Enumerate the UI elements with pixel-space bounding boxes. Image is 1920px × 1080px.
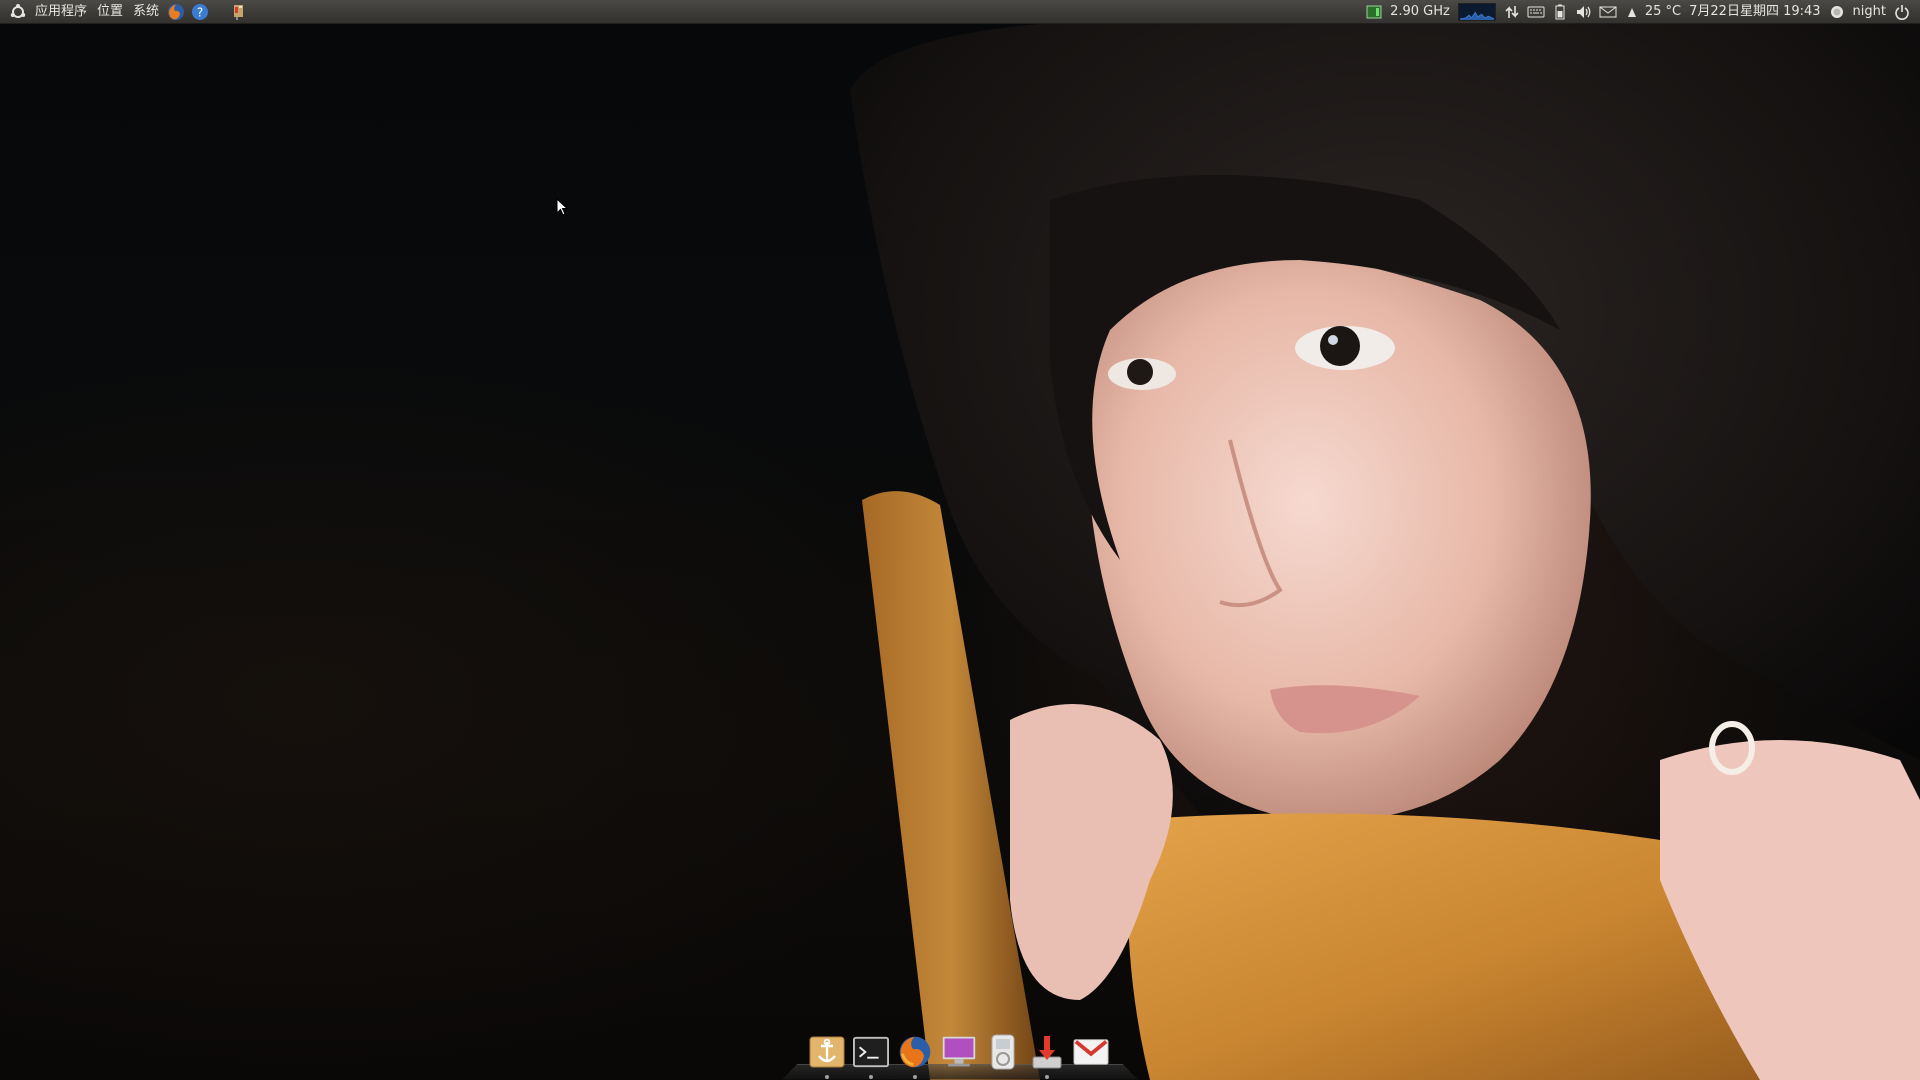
dock-item-downloader[interactable] bbox=[1029, 1032, 1065, 1079]
firefox-icon bbox=[899, 1036, 931, 1068]
battery-icon[interactable] bbox=[1551, 3, 1569, 21]
weather-icon[interactable] bbox=[1623, 3, 1641, 21]
network-updown-icon[interactable] bbox=[1503, 3, 1521, 21]
menu-applications[interactable]: 应用程序 bbox=[30, 0, 92, 24]
cpu-freq-text: 2.90 GHz bbox=[1390, 3, 1450, 19]
dock-item-settings[interactable] bbox=[809, 1032, 845, 1079]
clock-text[interactable]: 7月22日星期四 19:43 bbox=[1685, 0, 1824, 24]
download-icon bbox=[1032, 1036, 1062, 1069]
dock-item-media-player[interactable] bbox=[985, 1032, 1021, 1072]
monitor-icon bbox=[942, 1036, 976, 1067]
dock-item-firefox[interactable] bbox=[897, 1032, 933, 1079]
top-panel: 应用程序 位置 系统 ? 2.90 GHz 25 °C 7月22日星期四 19:… bbox=[0, 0, 1920, 24]
dock-item-terminal[interactable] bbox=[853, 1032, 889, 1079]
flash-tool-icon[interactable] bbox=[230, 3, 248, 21]
cpu-freq-icon[interactable] bbox=[1365, 3, 1383, 21]
mouse-cursor bbox=[556, 198, 568, 216]
dock-running-indicator bbox=[825, 1075, 829, 1079]
panel-left: 应用程序 位置 系统 ? bbox=[0, 0, 251, 24]
ubuntu-logo-icon[interactable] bbox=[9, 3, 27, 21]
svg-text:?: ? bbox=[197, 5, 203, 19]
dock-item-gmail[interactable] bbox=[1073, 1032, 1109, 1072]
dock-running-indicator bbox=[1045, 1075, 1049, 1079]
dock bbox=[794, 1022, 1124, 1080]
wallpaper-image bbox=[850, 20, 1920, 1080]
gmail-icon bbox=[1073, 1039, 1109, 1065]
menu-places[interactable]: 位置 bbox=[92, 0, 128, 24]
dock-running-indicator bbox=[913, 1075, 917, 1079]
dock-item-display[interactable] bbox=[941, 1032, 977, 1072]
terminal-icon bbox=[853, 1036, 889, 1068]
panel-right: 2.90 GHz 25 °C 7月22日星期四 19:43 night bbox=[1362, 0, 1920, 24]
help-icon[interactable]: ? bbox=[191, 3, 209, 21]
volume-icon[interactable] bbox=[1575, 3, 1593, 21]
firefox-icon[interactable] bbox=[167, 3, 185, 21]
user-name-text[interactable]: night bbox=[1849, 0, 1890, 24]
keyboard-icon[interactable] bbox=[1527, 3, 1545, 21]
power-icon[interactable] bbox=[1893, 3, 1911, 21]
menu-system[interactable]: 系统 bbox=[128, 0, 164, 24]
temperature-text[interactable]: 25 °C bbox=[1641, 0, 1685, 24]
dock-running-indicator bbox=[869, 1075, 873, 1079]
ipod-icon bbox=[991, 1034, 1015, 1070]
system-monitor-graph[interactable] bbox=[1457, 2, 1496, 21]
anchor-icon bbox=[809, 1036, 845, 1068]
desktop: 应用程序 位置 系统 ? 2.90 GHz 25 °C 7月22日星期四 19:… bbox=[0, 0, 1920, 1080]
mail-icon[interactable] bbox=[1599, 3, 1617, 21]
user-status-icon[interactable] bbox=[1828, 3, 1846, 21]
